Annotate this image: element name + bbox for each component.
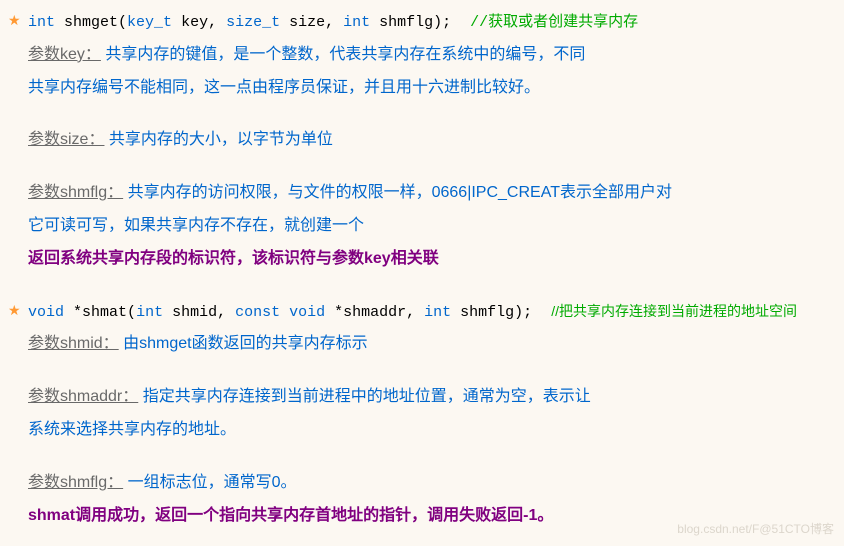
param-shmid-line: 参数shmid： 由shmget函数返回的共享内存标示 <box>28 330 816 359</box>
param-shmflg-line2: 它可读可写，如果共享内存不存在，就创建一个 <box>28 212 816 241</box>
code-ptr: * <box>64 304 82 321</box>
star-icon: ★ <box>8 298 21 323</box>
param-shmflg2-line: 参数shmflg： 一组标志位，通常写0。 <box>28 469 816 498</box>
document-body: ★ int shmget(key_t key, size_t size, int… <box>0 0 844 546</box>
param-desc: 表示全部用户对 <box>560 184 672 201</box>
param-label: 参数shmaddr： <box>28 388 138 405</box>
code-func: shmget <box>55 14 118 31</box>
code-paren: ); <box>433 14 451 31</box>
code-arg: *shmaddr, <box>325 304 424 321</box>
param-label: 参数size： <box>28 131 104 148</box>
param-desc: 共享内存的访问权限，与文件的权限一样， <box>128 184 432 201</box>
param-desc: 一组标志位，通常写0。 <box>128 474 297 491</box>
return-desc: shmat调用成功，返回一个指向共享内存首地址的指针，调用失败返回-1。 <box>28 502 816 531</box>
code-type: const void <box>235 304 325 321</box>
param-key-line1: 参数key： 共享内存的键值，是一个整数，代表共享内存在系统中的编号，不同 <box>28 41 816 70</box>
param-desc: 由shmget函数返回的共享内存标示 <box>123 335 367 352</box>
code-paren: ( <box>127 304 136 321</box>
code-paren: ); <box>514 304 532 321</box>
code-paren: ( <box>118 14 127 31</box>
return-desc: 返回系统共享内存段的标识符，该标识符与参数key相关联 <box>28 245 816 274</box>
param-label: 参数shmflg： <box>28 184 123 201</box>
code-arg: shmflg <box>370 14 433 31</box>
param-desc: 指定共享内存连接到当前进程中的地址位置，通常为空，表示让 <box>143 388 591 405</box>
code-arg: size, <box>280 14 343 31</box>
code-func: shmat <box>82 304 127 321</box>
code-type: int <box>136 304 163 321</box>
param-label: 参数key： <box>28 46 101 63</box>
code-arg: key, <box>172 14 226 31</box>
code-type: int <box>424 304 451 321</box>
param-label: 参数shmid： <box>28 335 119 352</box>
param-shmaddr-line1: 参数shmaddr： 指定共享内存连接到当前进程中的地址位置，通常为空，表示让 <box>28 383 816 412</box>
code-type: size_t <box>226 14 280 31</box>
param-desc: 共享内存的大小，以字节为单位 <box>109 131 333 148</box>
star-icon: ★ <box>8 8 21 33</box>
param-shmaddr-line2: 系统来选择共享内存的地址。 <box>28 416 816 445</box>
param-desc-code: 0666|IPC_CREAT <box>432 184 560 201</box>
code-comment: //获取或者创建共享内存 <box>470 14 638 31</box>
shmget-signature-line: ★ int shmget(key_t key, size_t size, int… <box>28 8 816 37</box>
code-type: key_t <box>127 14 172 31</box>
code-arg: shmflg <box>451 304 514 321</box>
shmat-signature-line: ★ void *shmat(int shmid, const void *shm… <box>28 298 816 327</box>
code-type: int <box>343 14 370 31</box>
param-key-line2: 共享内存编号不能相同，这一点由程序员保证，并且用十六进制比较好。 <box>28 74 816 103</box>
param-label: 参数shmflg： <box>28 474 123 491</box>
param-desc: 共享内存的键值，是一个整数，代表共享内存在系统中的编号，不同 <box>105 46 585 63</box>
param-size-line: 参数size： 共享内存的大小，以字节为单位 <box>28 126 816 155</box>
code-comment: //把共享内存连接到当前进程的地址空间 <box>551 303 797 319</box>
code-type: int <box>28 14 55 31</box>
code-type: void <box>28 304 64 321</box>
param-shmflg-line1: 参数shmflg： 共享内存的访问权限，与文件的权限一样，0666|IPC_CR… <box>28 179 816 208</box>
code-arg: shmid, <box>163 304 235 321</box>
